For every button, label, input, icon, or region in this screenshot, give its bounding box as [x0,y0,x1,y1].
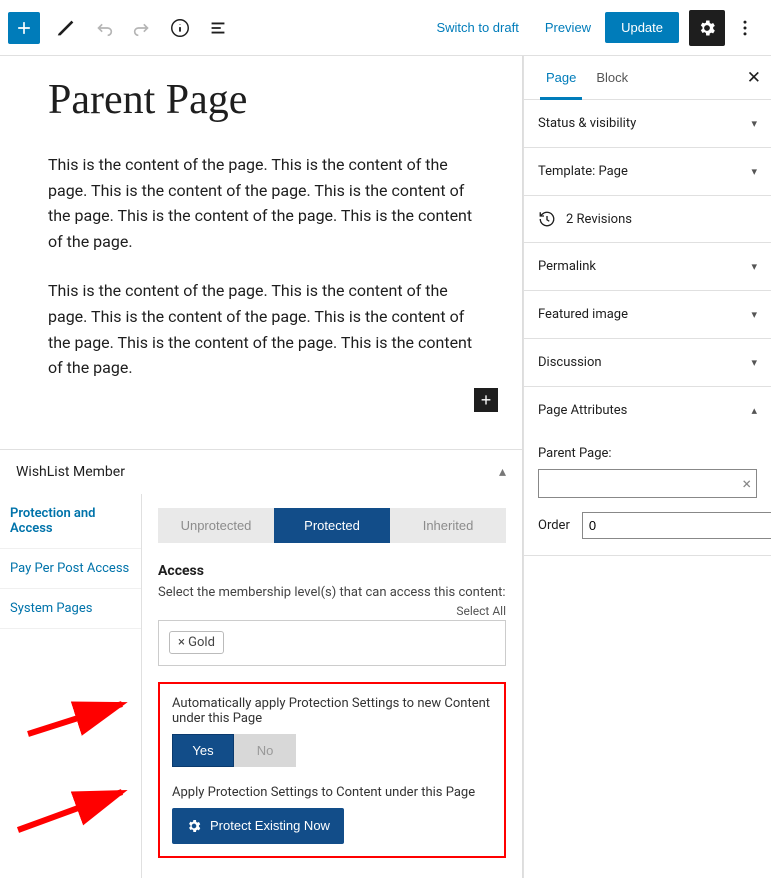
clear-input-icon[interactable]: × [742,474,751,493]
level-chip-gold[interactable]: × Gold [169,631,224,654]
page-attributes-body: Parent Page: × Order [524,446,771,555]
panel-template[interactable]: Template: Page▾ [524,148,771,195]
panel-discussion[interactable]: Discussion▾ [524,339,771,386]
tab-protected[interactable]: Protected [274,508,390,543]
preview-button[interactable]: Preview [533,12,603,43]
more-menu-button[interactable] [727,10,763,46]
chevron-down-icon: ▾ [751,117,757,130]
metabox-toggle-icon: ▴ [499,464,506,480]
sidebar-tab-block[interactable]: Block [586,56,638,99]
tab-unprotected[interactable]: Unprotected [158,508,274,543]
add-block-button[interactable] [8,12,40,44]
update-button[interactable]: Update [605,12,679,43]
order-label: Order [538,518,570,533]
settings-sidebar: Page Block ✕ Status & visibility▾ Templa… [523,56,771,878]
tab-protection-access[interactable]: Protection and Access [0,494,141,549]
access-heading: Access [158,563,506,579]
membership-levels-select[interactable]: × Gold [158,620,506,666]
auto-apply-toggle: Yes No [172,734,492,767]
sidebar-tab-page[interactable]: Page [536,56,586,99]
chevron-down-icon: ▾ [751,260,757,273]
metabox-content: Unprotected Protected Inherited Access S… [142,494,522,878]
redo-button[interactable] [124,10,160,46]
highlighted-settings: Automatically apply Protection Settings … [158,682,506,858]
undo-button[interactable] [86,10,122,46]
toolbar-right: Switch to draft Preview Update [424,10,763,46]
paragraph-block[interactable]: This is the content of the page. This is… [48,152,474,254]
toolbar-left [8,10,236,46]
chevron-up-icon: ▴ [751,404,757,417]
editor-toolbar: Switch to draft Preview Update [0,0,771,56]
close-sidebar-button[interactable]: ✕ [747,68,761,88]
metabox-header[interactable]: WishList Member ▴ [0,449,522,494]
panel-page-attributes[interactable]: Page Attributes ▴ [524,387,771,434]
auto-apply-label: Automatically apply Protection Settings … [172,696,492,726]
metabox-title: WishList Member [16,464,125,480]
chevron-down-icon: ▾ [751,165,757,178]
panel-featured-image[interactable]: Featured image▾ [524,291,771,338]
page-title[interactable]: Parent Page [48,76,474,124]
panel-revisions[interactable]: 2 Revisions [524,196,771,243]
gear-icon [186,818,202,834]
panel-permalink[interactable]: Permalink▾ [524,243,771,290]
panel-status-visibility[interactable]: Status & visibility▾ [524,100,771,147]
access-subtext: Select the membership level(s) that can … [158,585,506,600]
editor-canvas: Parent Page This is the content of the p… [0,56,523,878]
insert-block-button[interactable]: + [474,388,498,412]
outline-button[interactable] [200,10,236,46]
tab-pay-per-post[interactable]: Pay Per Post Access [0,549,141,589]
settings-button[interactable] [689,10,725,46]
paragraph-block[interactable]: This is the content of the page. This is… [48,278,474,380]
sidebar-tabs: Page Block ✕ [524,56,771,100]
protection-mode-tabs: Unprotected Protected Inherited [158,508,506,543]
protect-existing-label: Protect Existing Now [210,818,330,833]
auto-apply-yes[interactable]: Yes [172,734,234,767]
chevron-down-icon: ▾ [751,356,757,369]
apply-existing-label: Apply Protection Settings to Content und… [172,785,492,800]
wishlist-metabox: WishList Member ▴ Protection and Access … [0,449,522,878]
auto-apply-no[interactable]: No [234,734,296,767]
order-input[interactable] [582,512,771,539]
switch-to-draft-button[interactable]: Switch to draft [424,12,530,43]
parent-page-input[interactable] [538,469,757,498]
tab-system-pages[interactable]: System Pages [0,589,141,629]
protect-existing-button[interactable]: Protect Existing Now [172,808,344,844]
tab-inherited[interactable]: Inherited [390,508,506,543]
chevron-down-icon: ▾ [751,308,757,321]
edit-mode-button[interactable] [48,10,84,46]
metabox-side-tabs: Protection and Access Pay Per Post Acces… [0,494,142,878]
parent-page-label: Parent Page: [538,446,757,461]
select-all-link[interactable]: Select All [158,604,506,618]
history-icon [538,210,556,228]
info-button[interactable] [162,10,198,46]
